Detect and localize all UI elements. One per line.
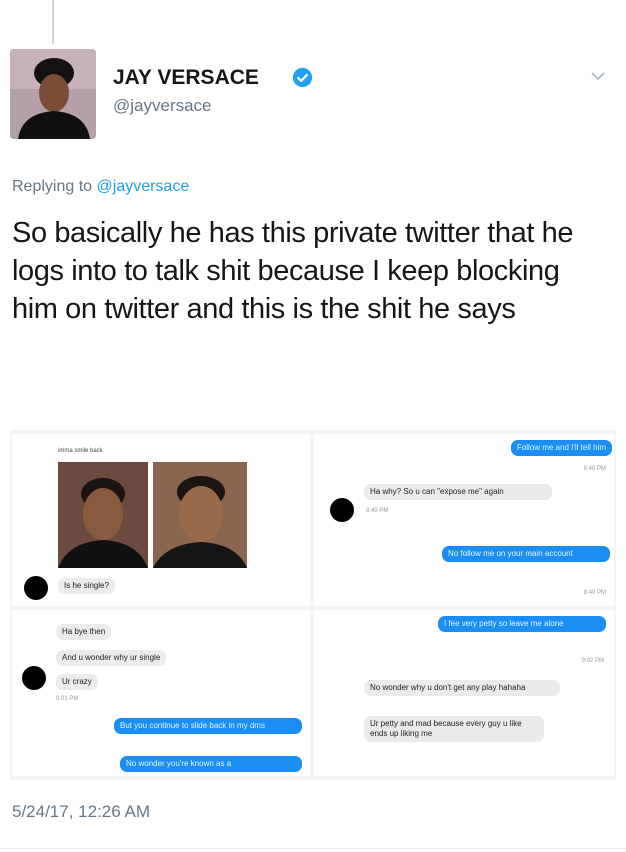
contact-avatar-dot (330, 498, 354, 522)
message-bubble: Ha bye then (56, 624, 112, 640)
screenshot-panel-top-left: imma smile back Is he single? (12, 434, 310, 606)
message-time: 8:40 PM (583, 590, 606, 596)
contact-avatar-dot (22, 666, 46, 690)
screenshot-panel-top-right: Follow me and I'll tell him 8:40 PM Ha w… (314, 434, 614, 606)
message-time: 8:40 PM (583, 466, 606, 472)
message-bubble: Follow me and I'll tell him (510, 440, 612, 456)
message-bubble: I fee very petty so leave me alone (438, 616, 606, 632)
screenshot-panel-bottom-right: I fee very petty so leave me alone 9:02 … (314, 610, 614, 776)
message-bubble: Ha why? So u can "expose me" again (364, 484, 552, 500)
message-time: 9:01 PM (56, 696, 79, 702)
reply-prefix: Replying to (12, 178, 93, 195)
tweet-timestamp[interactable]: 5/24/17, 12:26 AM (12, 802, 150, 822)
chevron-down-icon[interactable] (590, 70, 606, 82)
message-time: 8:40 PM (366, 508, 389, 514)
message-bubble: No follow me on your main account (442, 546, 610, 562)
divider (0, 848, 626, 849)
message-bubble: No wonder you're known as a (120, 756, 302, 772)
message-bubble: Ur petty and mad because every guy u lik… (364, 716, 544, 742)
author-handle[interactable]: @jayversace (113, 96, 212, 116)
message-bubble: No wonder why u don't get any play hahah… (364, 680, 560, 696)
author-name[interactable]: JAY VERSACE (113, 66, 259, 90)
message-time: 9:02 PM (581, 658, 604, 664)
contact-avatar-dot (24, 576, 48, 600)
verified-badge-icon (292, 67, 313, 88)
caption-text: imma smile back (58, 448, 103, 454)
message-bubble: But you continue to slide back in my dms (114, 718, 302, 734)
message-bubble: Is he single? (58, 578, 115, 594)
tweet-media-image[interactable]: imma smile back Is he single? Follow me … (10, 430, 616, 780)
avatar[interactable] (10, 49, 96, 139)
photo-right (153, 462, 247, 568)
reply-handle-link[interactable]: @jayversace (97, 178, 190, 195)
message-bubble: Ur crazy (56, 674, 98, 690)
photo-left (58, 462, 148, 568)
reply-context: Replying to @jayversace (12, 178, 189, 196)
message-bubble: And u wonder why ur single (56, 650, 167, 666)
tweet-text: So basically he has this private twitter… (12, 217, 574, 325)
screenshot-panel-bottom-left: Ha bye then And u wonder why ur single U… (12, 610, 310, 776)
thread-connector-line (52, 0, 54, 44)
